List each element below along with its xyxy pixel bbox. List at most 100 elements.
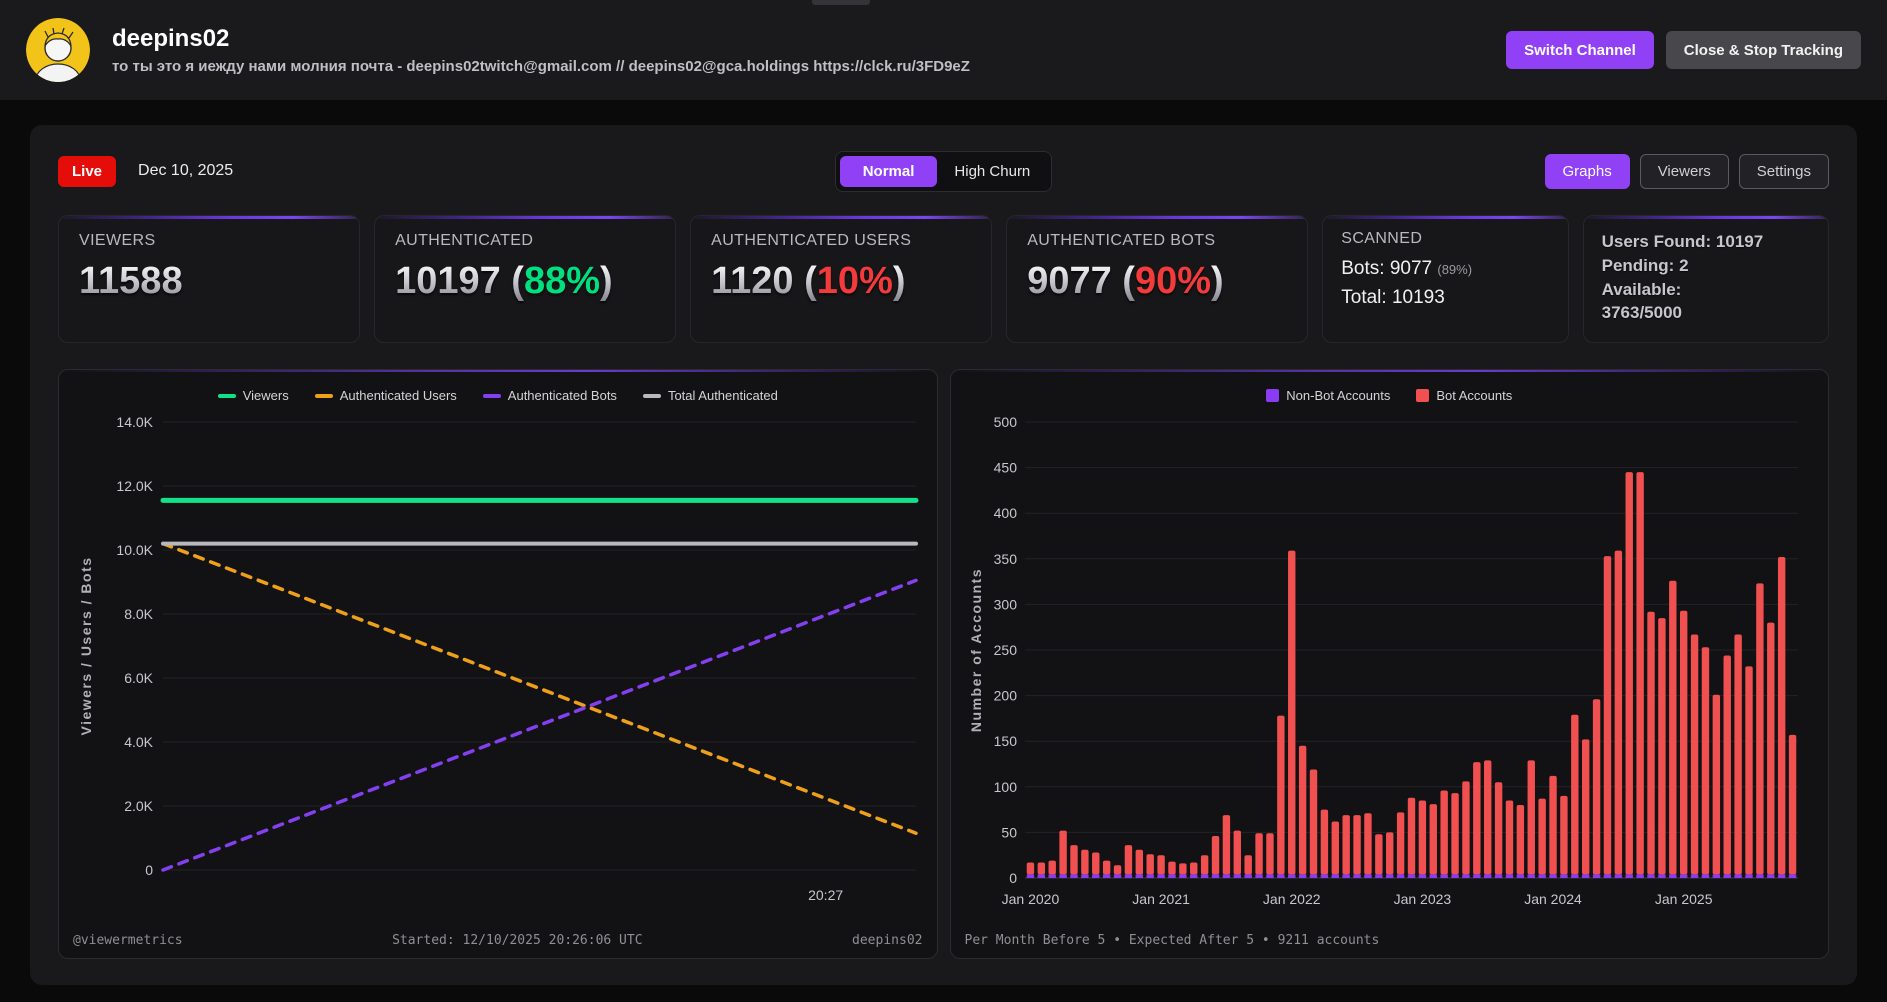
main-panel: Live Dec 10, 2025 Normal High Churn Grap…: [30, 125, 1857, 985]
legend-label: Total Authenticated: [667, 388, 778, 404]
svg-text:4.0K: 4.0K: [124, 734, 153, 750]
stat-card-authenticated-bots: AUTHENTICATED BOTS 9077 (90%): [1006, 215, 1309, 343]
stat-card-authenticated-users: AUTHENTICATED USERS 1120 (10%): [690, 215, 993, 343]
stats-row: VIEWERS 11588 AUTHENTICATED 10197 (88%) AUTH…: [58, 215, 1829, 343]
svg-text:Jan 2024: Jan 2024: [1524, 891, 1582, 907]
line-chart-legend: Viewers Authenticated Users Authenticated …: [73, 378, 923, 414]
bar-chart-legend: Non-Bot Accounts Bot Accounts: [965, 378, 1815, 414]
line-chart-footer: @viewermetrics Started: 12/10/2025 20:26…: [73, 928, 923, 952]
stat-value: 10197 (88%): [395, 260, 613, 302]
tab-settings[interactable]: Settings: [1738, 153, 1829, 189]
controls-row: Live Dec 10, 2025 Normal High Churn Grap…: [58, 150, 1829, 192]
stat-card-authenticated: AUTHENTICATED 10197 (88%): [374, 215, 677, 343]
legend-item-authenticated-bots[interactable]: Authenticated Bots: [482, 388, 617, 404]
svg-text:20:27: 20:27: [808, 887, 843, 903]
scanned-label: SCANNED: [1341, 230, 1423, 247]
legend-label: Non-Bot Accounts: [1286, 388, 1391, 404]
churn-mode-toggle: Normal High Churn: [834, 150, 1053, 192]
svg-text:2.0K: 2.0K: [124, 798, 153, 814]
svg-text:150: 150: [993, 733, 1017, 749]
svg-text:Number of Accounts: Number of Accounts: [968, 568, 984, 732]
scanned-bots-line: Bots: 9077 (89%): [1341, 258, 1473, 279]
charts-row: Viewers Authenticated Users Authenticated …: [58, 369, 1829, 959]
stat-percent: 10%: [816, 260, 893, 302]
svg-text:Jan 2023: Jan 2023: [1393, 891, 1451, 907]
svg-text:500: 500: [993, 414, 1017, 430]
legend-item-bot-accounts[interactable]: Bot Accounts: [1416, 388, 1512, 403]
stat-label: AUTHENTICATED USERS: [711, 232, 912, 249]
scanned-total-line: Total: 10193: [1341, 287, 1445, 309]
controls-left: Live Dec 10, 2025: [58, 155, 835, 187]
legend-label: Bot Accounts: [1436, 388, 1513, 404]
svg-text:6.0K: 6.0K: [124, 670, 153, 686]
svg-text:12.0K: 12.0K: [116, 478, 153, 494]
footer-watermark: @viewermetrics: [73, 932, 183, 948]
top-notch: [812, 0, 870, 5]
scanned-bots-percent: (89%): [1437, 262, 1473, 277]
legend-swatch: [1266, 389, 1280, 403]
svg-text:14.0K: 14.0K: [116, 414, 153, 430]
footer-expected: Per Month Before 5 • Expected After 5 • …: [964, 932, 1380, 948]
stat-percent: 90%: [1134, 260, 1212, 302]
svg-text:Jan 2020: Jan 2020: [1001, 891, 1059, 907]
close-stop-tracking-button[interactable]: Close & Stop Tracking: [1665, 31, 1861, 69]
stat-label: AUTHENTICATED BOTS: [1027, 232, 1216, 249]
svg-text:100: 100: [993, 779, 1017, 795]
quota-card: Users Found: 10197 Pending: 2 Available:…: [1582, 215, 1829, 343]
footer-channel: deepins02: [852, 932, 923, 948]
quota-pending: Pending: 2: [1601, 255, 1689, 275]
legend-item-total-authenticated[interactable]: Total Authenticated: [642, 388, 778, 404]
quota-users-found: Users Found: 10197: [1601, 232, 1764, 251]
channel-subtitle: то ты это я иежду нами молния почта - de…: [112, 58, 970, 75]
tab-viewers[interactable]: Viewers: [1639, 153, 1729, 189]
svg-text:8.0K: 8.0K: [124, 606, 153, 622]
stat-value: 9077 (90%): [1027, 260, 1224, 302]
legend-swatch: [314, 393, 333, 398]
stat-card-viewers: VIEWERS 11588: [58, 215, 361, 343]
legend-swatch: [482, 393, 501, 398]
channel-title: deepins02: [112, 25, 230, 52]
account-creation-bar-chart: 0 50 100 150 200 250 300 350 400 450 500 Number of …: [968, 414, 1798, 907]
svg-text:250: 250: [993, 642, 1017, 658]
mode-option-normal[interactable]: Normal: [839, 155, 938, 187]
svg-text:Jan 2025: Jan 2025: [1654, 891, 1712, 907]
account-creation-chart-card: Non-Bot Accounts Bot Accounts 0 50 100 150 20…: [949, 369, 1829, 959]
scanned-card: SCANNED Bots: 9077 (89%) Total: 10193: [1322, 215, 1569, 343]
svg-text:350: 350: [993, 551, 1017, 567]
header-actions: Switch Channel Close & Stop Tracking: [1506, 31, 1861, 69]
top-header: deepins02 то ты это я иежду нами молния …: [0, 0, 1887, 100]
svg-text:300: 300: [993, 596, 1017, 612]
stat-label: AUTHENTICATED: [395, 232, 534, 249]
stat-percent: 88%: [523, 260, 601, 302]
footer-started: Started: 12/10/2025 20:26:06 UTC: [392, 932, 643, 948]
viewer-metrics-line-chart: 0 2.0K 4.0K 6.0K 8.0K 10.0K 12.0K 14.0K 20:27 Vie…: [78, 414, 919, 903]
legend-item-viewers[interactable]: Viewers: [217, 388, 289, 404]
viewer-metrics-chart-card: Viewers Authenticated Users Authenticated …: [58, 369, 938, 959]
svg-text:Jan 2021: Jan 2021: [1132, 891, 1190, 907]
stream-date: Dec 10, 2025: [138, 162, 234, 179]
mode-option-high-churn[interactable]: High Churn: [937, 156, 1047, 187]
svg-text:Viewers / Users / Bots: Viewers / Users / Bots: [78, 556, 94, 735]
legend-item-non-bot-accounts[interactable]: Non-Bot Accounts: [1266, 388, 1390, 403]
legend-label: Viewers: [242, 388, 289, 404]
svg-text:Jan 2022: Jan 2022: [1262, 891, 1320, 907]
header-text: deepins02 то ты это я иежду нами молния …: [112, 25, 970, 75]
quota-available-value: 3763/5000: [1601, 303, 1682, 323]
svg-text:0: 0: [145, 862, 153, 878]
svg-text:200: 200: [993, 687, 1017, 703]
stat-label: VIEWERS: [79, 232, 156, 249]
stat-value: 11588: [79, 260, 183, 302]
legend-swatch: [217, 393, 236, 398]
live-badge: Live: [58, 155, 117, 187]
legend-label: Authenticated Users: [339, 388, 457, 404]
stat-cards: VIEWERS 11588 AUTHENTICATED 10197 (88%) AUTH…: [58, 215, 1309, 343]
view-switcher: Graphs Viewers Settings: [1052, 153, 1829, 189]
tab-graphs[interactable]: Graphs: [1544, 153, 1630, 189]
legend-item-authenticated-users[interactable]: Authenticated Users: [314, 388, 457, 404]
legend-label: Authenticated Bots: [507, 388, 617, 404]
switch-channel-button[interactable]: Switch Channel: [1506, 31, 1654, 69]
avatar-image: [26, 18, 90, 82]
channel-avatar: [26, 18, 90, 82]
bar-chart-footer: Per Month Before 5 • Expected After 5 • …: [965, 928, 1815, 952]
legend-swatch: [1416, 389, 1430, 403]
